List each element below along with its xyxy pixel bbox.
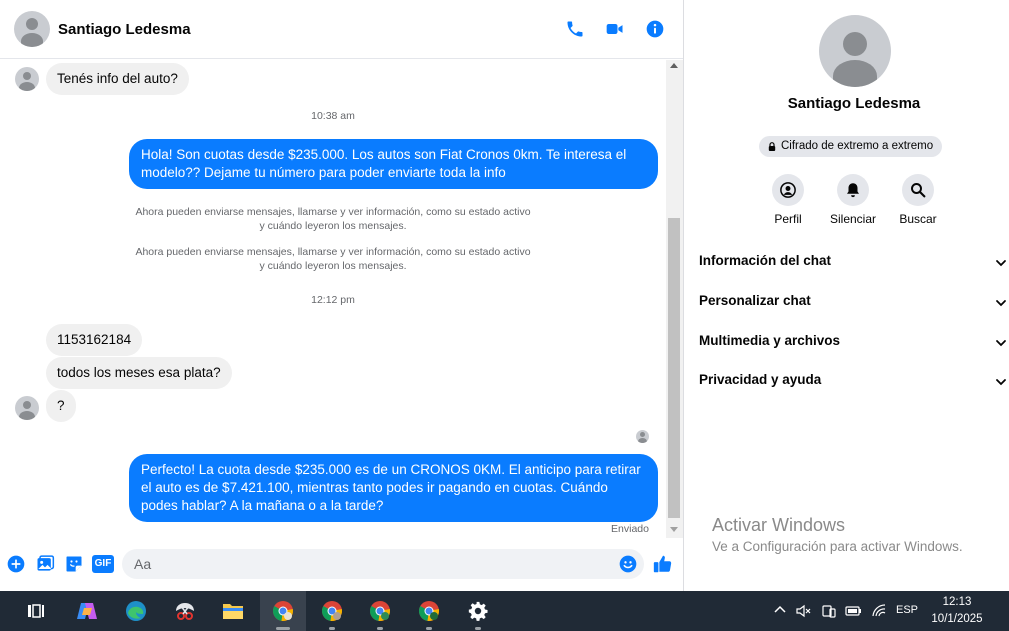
profile-name: Santiago Ledesma xyxy=(787,95,921,112)
snipping-tool-icon[interactable] xyxy=(162,591,208,631)
emoji-icon[interactable] xyxy=(618,554,638,574)
system-notice: Ahora pueden enviarse mensajes, llamarse… xyxy=(0,205,666,233)
profile-avatar[interactable] xyxy=(819,15,891,87)
message-outgoing[interactable]: Hola! Son cuotas desde $235.000. Los aut… xyxy=(129,139,658,189)
section-label: Personalizar chat xyxy=(699,293,811,308)
mute-button[interactable]: Silenciar xyxy=(823,174,883,226)
clock-time: 12:13 xyxy=(942,596,972,608)
message-incoming[interactable]: todos los meses esa plata? xyxy=(46,357,232,389)
contact-avatar[interactable] xyxy=(14,11,50,47)
encryption-badge-label: Cifrado de extremo a extremo xyxy=(781,140,934,152)
lock-icon xyxy=(768,142,776,151)
user-circle-icon xyxy=(780,182,796,198)
task-view-icon[interactable] xyxy=(13,591,59,631)
timestamp: 10:38 am xyxy=(311,110,355,122)
speaker-muted-icon[interactable] xyxy=(796,603,812,619)
contact-name[interactable]: Santiago Ledesma xyxy=(58,21,191,38)
edge-icon[interactable] xyxy=(113,591,159,631)
system-notice-line: y cuándo leyeron los mensajes. xyxy=(259,220,407,232)
chevron-up-icon[interactable] xyxy=(774,604,786,616)
chat-header: Santiago Ledesma xyxy=(0,0,683,59)
composer: GIF xyxy=(0,540,683,591)
phone-icon[interactable] xyxy=(565,19,585,39)
input-language[interactable]: ESP xyxy=(896,604,918,616)
search-label: Buscar xyxy=(899,212,937,226)
profile-button[interactable]: Perfil xyxy=(758,174,818,226)
system-notice-line: Ahora pueden enviarse mensajes, llamarse… xyxy=(135,246,531,258)
chevron-down-icon xyxy=(996,260,1006,267)
message-outgoing[interactable]: Perfecto! La cuota desde $235.000 es de … xyxy=(129,454,658,522)
bell-icon xyxy=(847,183,859,198)
video-camera-icon[interactable] xyxy=(605,19,625,39)
taskbar: ESP 12:13 10/1/2025 xyxy=(0,591,1009,631)
scroll-up-arrow[interactable] xyxy=(670,63,678,68)
scroll-down-arrow[interactable] xyxy=(670,527,678,532)
section-customize-chat[interactable]: Personalizar chat xyxy=(699,293,1009,317)
clock-date: 10/1/2025 xyxy=(931,613,983,625)
system-clock[interactable]: 12:13 10/1/2025 xyxy=(924,594,990,628)
sticker-icon[interactable] xyxy=(64,554,84,574)
encryption-badge[interactable]: Cifrado de extremo a extremo xyxy=(759,136,943,157)
system-notice-line: Ahora pueden enviarse mensajes, llamarse… xyxy=(135,206,531,218)
profile-label: Perfil xyxy=(774,212,802,226)
section-label: Privacidad y ayuda xyxy=(699,372,822,387)
image-icon[interactable] xyxy=(35,554,55,574)
seen-avatar xyxy=(636,430,649,443)
chat-panel: Santiago Ledesma Tenés info del auto? 10… xyxy=(0,0,684,591)
message-status: Enviado xyxy=(611,523,649,535)
scrollbar[interactable] xyxy=(666,60,683,538)
sender-avatar[interactable] xyxy=(15,67,39,91)
thumbs-up-icon[interactable] xyxy=(652,553,674,575)
mute-label: Silenciar xyxy=(829,212,877,226)
system-notice-line: y cuándo leyeron los mensajes. xyxy=(259,260,407,272)
chrome-profile-v-icon[interactable] xyxy=(357,591,403,631)
search-icon xyxy=(911,183,926,198)
chevron-down-icon xyxy=(996,300,1006,307)
message-list[interactable]: Tenés info del auto? 10:38 am Hola! Son … xyxy=(0,60,666,540)
copilot-icon[interactable] xyxy=(64,591,110,631)
battery-icon[interactable] xyxy=(845,603,863,619)
message-incoming[interactable]: ? xyxy=(46,390,76,422)
chrome-profile-icon[interactable] xyxy=(309,591,355,631)
system-notice: Ahora pueden enviarse mensajes, llamarse… xyxy=(0,245,666,273)
windows-start-icon[interactable] xyxy=(0,591,14,631)
chevron-down-icon xyxy=(996,379,1006,386)
settings-icon[interactable] xyxy=(455,591,501,631)
phone-link-icon[interactable] xyxy=(821,603,837,619)
scroll-thumb[interactable] xyxy=(668,218,680,518)
chrome-profile-t-icon[interactable] xyxy=(406,591,452,631)
chrome-icon[interactable] xyxy=(260,591,306,631)
wifi-icon[interactable] xyxy=(871,603,887,619)
timestamp: 12:12 pm xyxy=(311,294,355,306)
section-media-files[interactable]: Multimedia y archivos xyxy=(699,333,1009,357)
search-button[interactable]: Buscar xyxy=(888,174,948,226)
info-icon[interactable] xyxy=(645,19,665,39)
plus-icon[interactable] xyxy=(6,554,26,574)
section-label: Multimedia y archivos xyxy=(699,333,841,348)
message-incoming[interactable]: 1153162184 xyxy=(46,324,143,356)
file-explorer-icon[interactable] xyxy=(210,591,256,631)
section-privacy-help[interactable]: Privacidad y ayuda xyxy=(699,372,1009,396)
gif-icon[interactable]: GIF xyxy=(92,555,114,573)
section-chat-info[interactable]: Información del chat xyxy=(699,253,1009,277)
section-label: Información del chat xyxy=(699,253,832,268)
message-incoming[interactable]: Tenés info del auto? xyxy=(46,63,189,95)
chat-info-panel: Santiago Ledesma Cifrado de extremo a ex… xyxy=(685,0,1009,591)
sender-avatar[interactable] xyxy=(15,396,39,420)
chevron-down-icon xyxy=(996,340,1006,347)
message-input[interactable] xyxy=(122,549,644,579)
